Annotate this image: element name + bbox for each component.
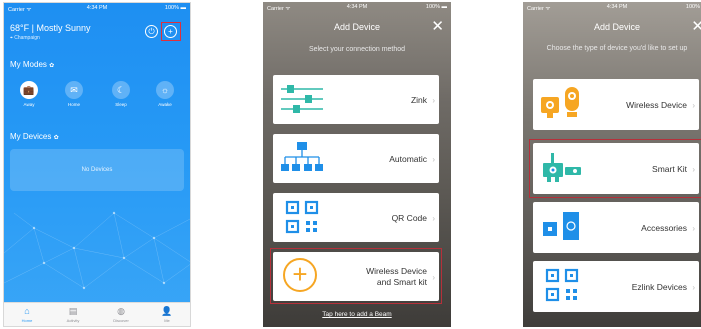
- option-zink[interactable]: Zink ›: [273, 75, 439, 124]
- option-accessories[interactable]: Accessories ›: [533, 202, 699, 253]
- chevron-right-icon: ›: [432, 155, 435, 164]
- sun-icon: ☼: [156, 81, 174, 99]
- option-label: Wireless Device: [626, 100, 687, 110]
- network-background-graphic: [4, 211, 190, 290]
- highlight-frame-wireless-option: [270, 248, 442, 304]
- location-pin-icon: ⌖: [10, 35, 13, 41]
- bottom-tab-bar: ⌂ Home ▤ Activity ◍ Discover 👤 Me: [4, 302, 190, 326]
- option-wireless-device[interactable]: Wireless Device ›: [533, 79, 699, 130]
- option-label: Accessories: [641, 223, 687, 233]
- my-modes-title: My Modes ✿: [10, 60, 55, 69]
- option-ezlink-devices[interactable]: Ezlink Devices ›: [533, 261, 699, 312]
- chevron-right-icon: ›: [692, 283, 695, 292]
- highlight-frame-add-button: [161, 22, 181, 41]
- chevron-right-icon: ›: [432, 214, 435, 223]
- chevron-right-icon: ›: [692, 224, 695, 233]
- mode-label: Home: [67, 102, 80, 107]
- close-icon[interactable]: ✕: [691, 17, 701, 35]
- zink-sliders-icon: [281, 85, 323, 113]
- option-label: Ezlink Devices: [631, 282, 687, 292]
- gear-icon[interactable]: ✿: [54, 135, 59, 141]
- wireless-camera-icon: [541, 87, 579, 118]
- location-label: ⌖ Champaign: [10, 35, 40, 41]
- tab-home[interactable]: ⌂ Home: [12, 306, 42, 323]
- add-device-type-screen: Carrier ᯤ 4:34 PM 100% ▬ Add Device ✕ Ch…: [523, 2, 701, 327]
- briefcase-icon: 💼: [20, 81, 38, 99]
- my-devices-title: My Devices ✿: [10, 132, 59, 141]
- page-title: Add Device: [333, 22, 381, 32]
- chevron-right-icon: ›: [432, 96, 435, 105]
- mode-away-button[interactable]: 💼 Away: [16, 81, 42, 107]
- option-automatic[interactable]: Automatic ›: [273, 134, 439, 183]
- add-device-method-screen: Carrier ᯤ 4:34 PM 100% ▬ Add Device ✕ Se…: [263, 2, 451, 327]
- accessories-icon: [543, 212, 579, 240]
- weather-summary: 68°F | Mostly Sunny: [10, 23, 91, 33]
- option-label: Automatic: [389, 154, 427, 164]
- tab-me[interactable]: 👤 Me: [152, 306, 182, 323]
- ezlink-qr-icon: [545, 268, 579, 302]
- person-icon: 👤: [161, 306, 173, 316]
- page-title: Add Device: [593, 22, 641, 32]
- close-icon[interactable]: ✕: [431, 17, 444, 35]
- automatic-tree-icon: [281, 142, 323, 171]
- mode-home-button[interactable]: ✉ Home: [61, 81, 87, 107]
- add-beam-link[interactable]: Tap here to add a Beam: [263, 311, 451, 318]
- globe-icon: ◍: [117, 306, 125, 316]
- option-qr-code[interactable]: QR Code ›: [273, 193, 439, 242]
- mode-label: Sleep: [115, 102, 127, 107]
- page-subtitle: Choose the type of device you'd like to …: [546, 45, 688, 52]
- qr-code-icon: [285, 200, 319, 234]
- tab-discover[interactable]: ◍ Discover: [106, 306, 136, 323]
- status-bar: Carrier ᯤ 4:34 PM 100% ▬: [4, 3, 190, 13]
- page-subtitle: Select your connection method: [308, 46, 406, 53]
- home-screen: Carrier ᯤ 4:34 PM 100% ▬ 68°F | Mostly S…: [3, 2, 191, 327]
- chevron-right-icon: ›: [692, 101, 695, 110]
- mode-sleep-button[interactable]: ☾ Sleep: [108, 81, 134, 107]
- tab-activity[interactable]: ▤ Activity: [58, 306, 88, 323]
- highlight-frame-smart-kit-option: [529, 139, 701, 198]
- no-devices-card: No Devices: [10, 149, 184, 191]
- mode-label: Away: [23, 102, 35, 107]
- option-label: Zink: [410, 95, 427, 105]
- mode-awake-button[interactable]: ☼ Awake: [152, 81, 178, 107]
- mail-icon: ✉: [65, 81, 83, 99]
- scene-button-icon[interactable]: ⏻: [145, 25, 158, 38]
- status-bar: Carrier ᯤ 4:34 PM 100% ▬: [267, 4, 447, 12]
- activity-icon: ▤: [68, 306, 78, 316]
- battery-indicator: 100% ▬: [164, 5, 186, 11]
- moon-icon: ☾: [112, 81, 130, 99]
- clock: 4:34 PM: [86, 5, 108, 11]
- mode-label: Awake: [158, 102, 172, 107]
- status-bar: Carrier ᯤ 4:34 PM 100% ▬: [527, 4, 701, 12]
- option-label: QR Code: [391, 213, 427, 223]
- house-icon: ⌂: [24, 306, 30, 316]
- gear-icon[interactable]: ✿: [49, 63, 54, 69]
